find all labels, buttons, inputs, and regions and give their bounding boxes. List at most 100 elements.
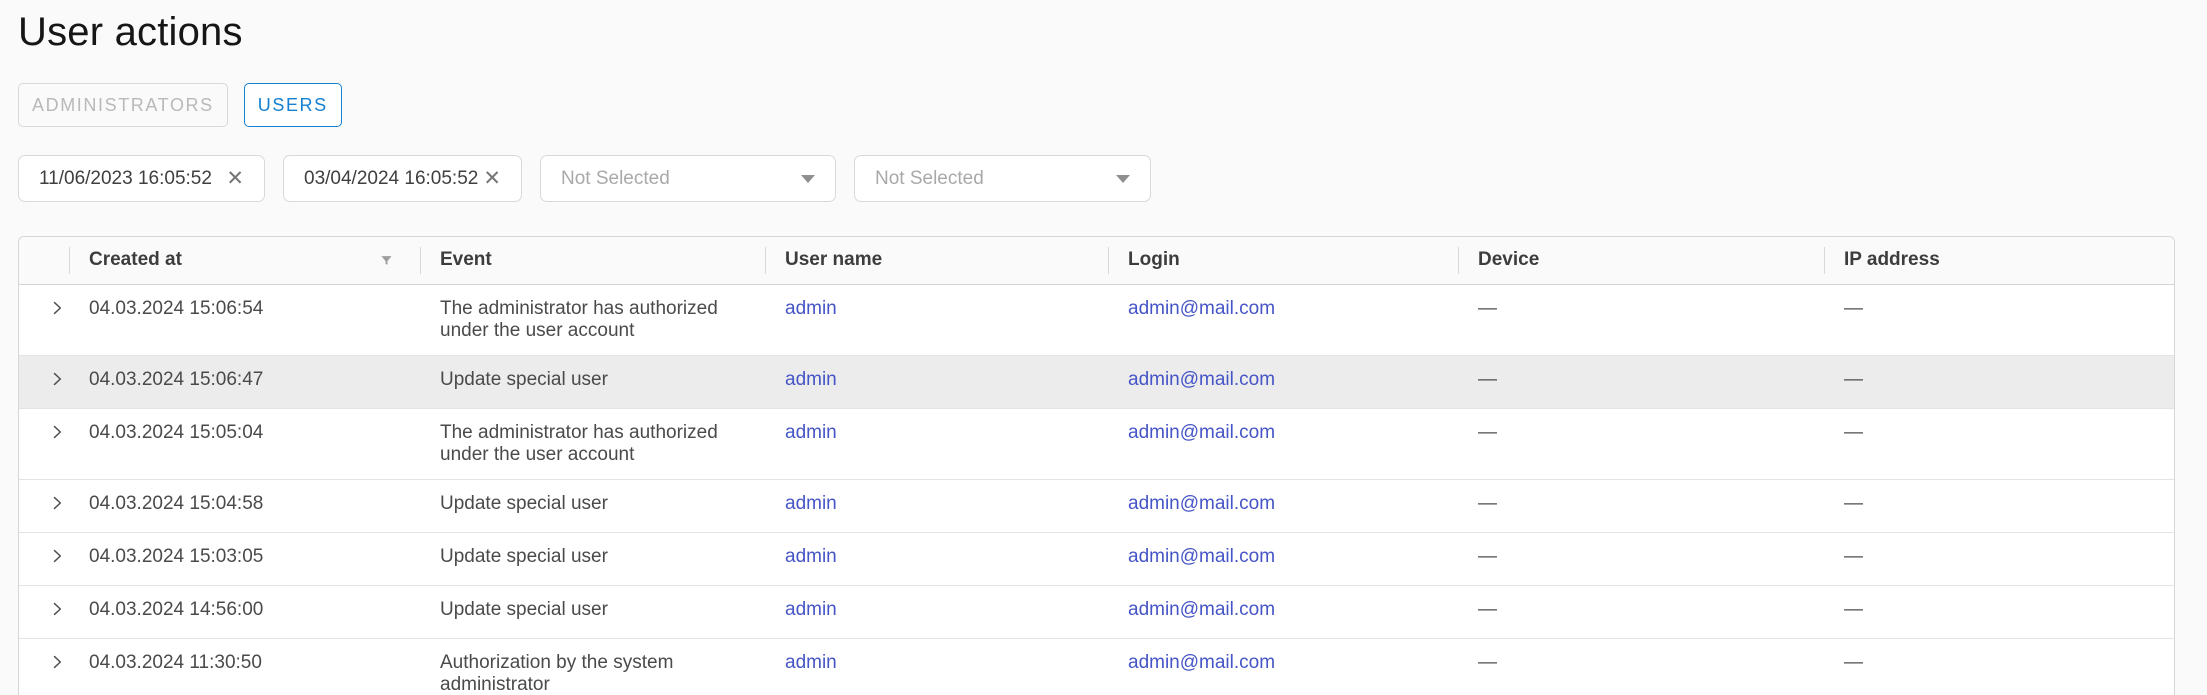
user-name-link[interactable]: admin <box>785 546 837 567</box>
ip-empty-value: — <box>1844 422 1863 443</box>
login-link[interactable]: admin@mail.com <box>1128 369 1275 390</box>
ip-empty-value: — <box>1844 369 1863 390</box>
login-link[interactable]: admin@mail.com <box>1128 422 1275 443</box>
cell-created-at: 04.03.2024 15:03:05 <box>69 532 420 585</box>
cell-device: — <box>1458 355 1824 408</box>
event-text: Update special user <box>440 369 608 391</box>
cell-device: — <box>1458 638 1824 695</box>
cell-event: Update special user <box>420 355 765 408</box>
tabs-row: ADMINISTRATORS USERS <box>18 83 2175 127</box>
cell-event: Update special user <box>420 479 765 532</box>
cell-created-at: 04.03.2024 15:04:58 <box>69 479 420 532</box>
cell-ip-address: — <box>1824 284 2174 355</box>
device-empty-value: — <box>1478 422 1497 443</box>
event-text: The administrator has authorized under t… <box>440 298 745 342</box>
cell-created-at: 04.03.2024 15:06:54 <box>69 284 420 355</box>
user-name-link[interactable]: admin <box>785 422 837 443</box>
chevron-right-icon[interactable] <box>47 369 67 389</box>
device-empty-value: — <box>1478 298 1497 319</box>
login-link[interactable]: admin@mail.com <box>1128 546 1275 567</box>
ip-empty-value: — <box>1844 546 1863 567</box>
cell-created-at: 04.03.2024 15:05:04 <box>69 408 420 479</box>
chevron-right-icon[interactable] <box>47 298 67 318</box>
filter-select-a-value: Not Selected <box>561 168 801 190</box>
table-header: Created at Event User name Login Device … <box>19 237 2174 284</box>
cell-login: admin@mail.com <box>1108 284 1458 355</box>
table-row: 04.03.2024 15:06:47Update special userad… <box>19 355 2174 408</box>
chevron-down-icon <box>1116 175 1130 183</box>
col-ip-address: IP address <box>1824 237 2174 284</box>
chevron-right-icon[interactable] <box>47 422 67 442</box>
user-name-link[interactable]: admin <box>785 493 837 514</box>
chevron-down-icon <box>801 175 815 183</box>
login-link[interactable]: admin@mail.com <box>1128 298 1275 319</box>
table-row: 04.03.2024 15:05:04The administrator has… <box>19 408 2174 479</box>
user-name-link[interactable]: admin <box>785 369 837 390</box>
event-text: Update special user <box>440 599 608 621</box>
date-from-input[interactable]: 11/06/2023 16:05:52 ✕ <box>18 155 265 202</box>
chevron-right-icon[interactable] <box>47 546 67 566</box>
cell-login: admin@mail.com <box>1108 479 1458 532</box>
expander-cell <box>19 638 69 695</box>
cell-login: admin@mail.com <box>1108 355 1458 408</box>
expander-cell <box>19 479 69 532</box>
clear-icon[interactable]: ✕ <box>479 166 505 191</box>
filter-icon[interactable] <box>379 253 394 268</box>
cell-device: — <box>1458 408 1824 479</box>
tab-users[interactable]: USERS <box>244 83 342 127</box>
cell-event: Update special user <box>420 585 765 638</box>
table-row: 04.03.2024 15:04:58 Update special user ad… <box>19 479 2174 532</box>
login-link[interactable]: admin@mail.com <box>1128 493 1275 514</box>
login-link[interactable]: admin@mail.com <box>1128 652 1275 673</box>
table-row: 04.03.2024 11:30:50Authorization by the … <box>19 638 2174 695</box>
table-row: 04.03.2024 14:56:00Update special userad… <box>19 585 2174 638</box>
device-empty-value: — <box>1478 493 1497 514</box>
cell-event: Update special user <box>420 532 765 585</box>
device-empty-value: — <box>1478 652 1497 673</box>
date-to-value: 03/04/2024 16:05:52 <box>304 168 479 190</box>
col-device: Device <box>1458 237 1824 284</box>
cell-user-name: admin <box>765 355 1108 408</box>
cell-login: admin@mail.com <box>1108 638 1458 695</box>
table-body: 04.03.2024 15:06:54 The administrator has… <box>19 284 2174 695</box>
cell-login: admin@mail.com <box>1108 532 1458 585</box>
expander-cell <box>19 408 69 479</box>
clear-icon[interactable]: ✕ <box>222 166 248 191</box>
user-name-link[interactable]: admin <box>785 298 837 319</box>
page-title: User actions <box>18 8 2175 56</box>
cell-user-name: admin <box>765 479 1108 532</box>
table-row: 04.03.2024 15:03:05 Update special user ad… <box>19 532 2174 585</box>
date-to-input[interactable]: 03/04/2024 16:05:52 ✕ <box>283 155 522 202</box>
expander-cell <box>19 585 69 638</box>
expander-header-cell <box>19 237 69 284</box>
col-user-name: User name <box>765 237 1108 284</box>
cell-device: — <box>1458 532 1824 585</box>
cell-user-name: admin <box>765 284 1108 355</box>
filter-select-a[interactable]: Not Selected <box>540 155 836 202</box>
cell-login: admin@mail.com <box>1108 585 1458 638</box>
user-name-link[interactable]: admin <box>785 599 837 620</box>
device-empty-value: — <box>1478 599 1497 620</box>
cell-ip-address: — <box>1824 355 2174 408</box>
col-created-at-label: Created at <box>89 249 182 270</box>
col-event: Event <box>420 237 765 284</box>
tab-administrators[interactable]: ADMINISTRATORS <box>18 83 228 127</box>
chevron-right-icon[interactable] <box>47 599 67 619</box>
cell-device: — <box>1458 479 1824 532</box>
expander-cell <box>19 532 69 585</box>
page-root: User actions ADMINISTRATORS USERS 11/06/… <box>0 0 2207 695</box>
login-link[interactable]: admin@mail.com <box>1128 599 1275 620</box>
event-text: Update special user <box>440 493 608 515</box>
chevron-right-icon[interactable] <box>47 652 67 672</box>
ip-empty-value: — <box>1844 599 1863 620</box>
event-text: Update special user <box>440 546 608 568</box>
expander-cell <box>19 284 69 355</box>
cell-user-name: admin <box>765 638 1108 695</box>
device-empty-value: — <box>1478 369 1497 390</box>
chevron-right-icon[interactable] <box>47 493 67 513</box>
filter-select-b[interactable]: Not Selected <box>854 155 1151 202</box>
user-name-link[interactable]: admin <box>785 652 837 673</box>
cell-device: — <box>1458 585 1824 638</box>
cell-ip-address: — <box>1824 638 2174 695</box>
device-empty-value: — <box>1478 546 1497 567</box>
